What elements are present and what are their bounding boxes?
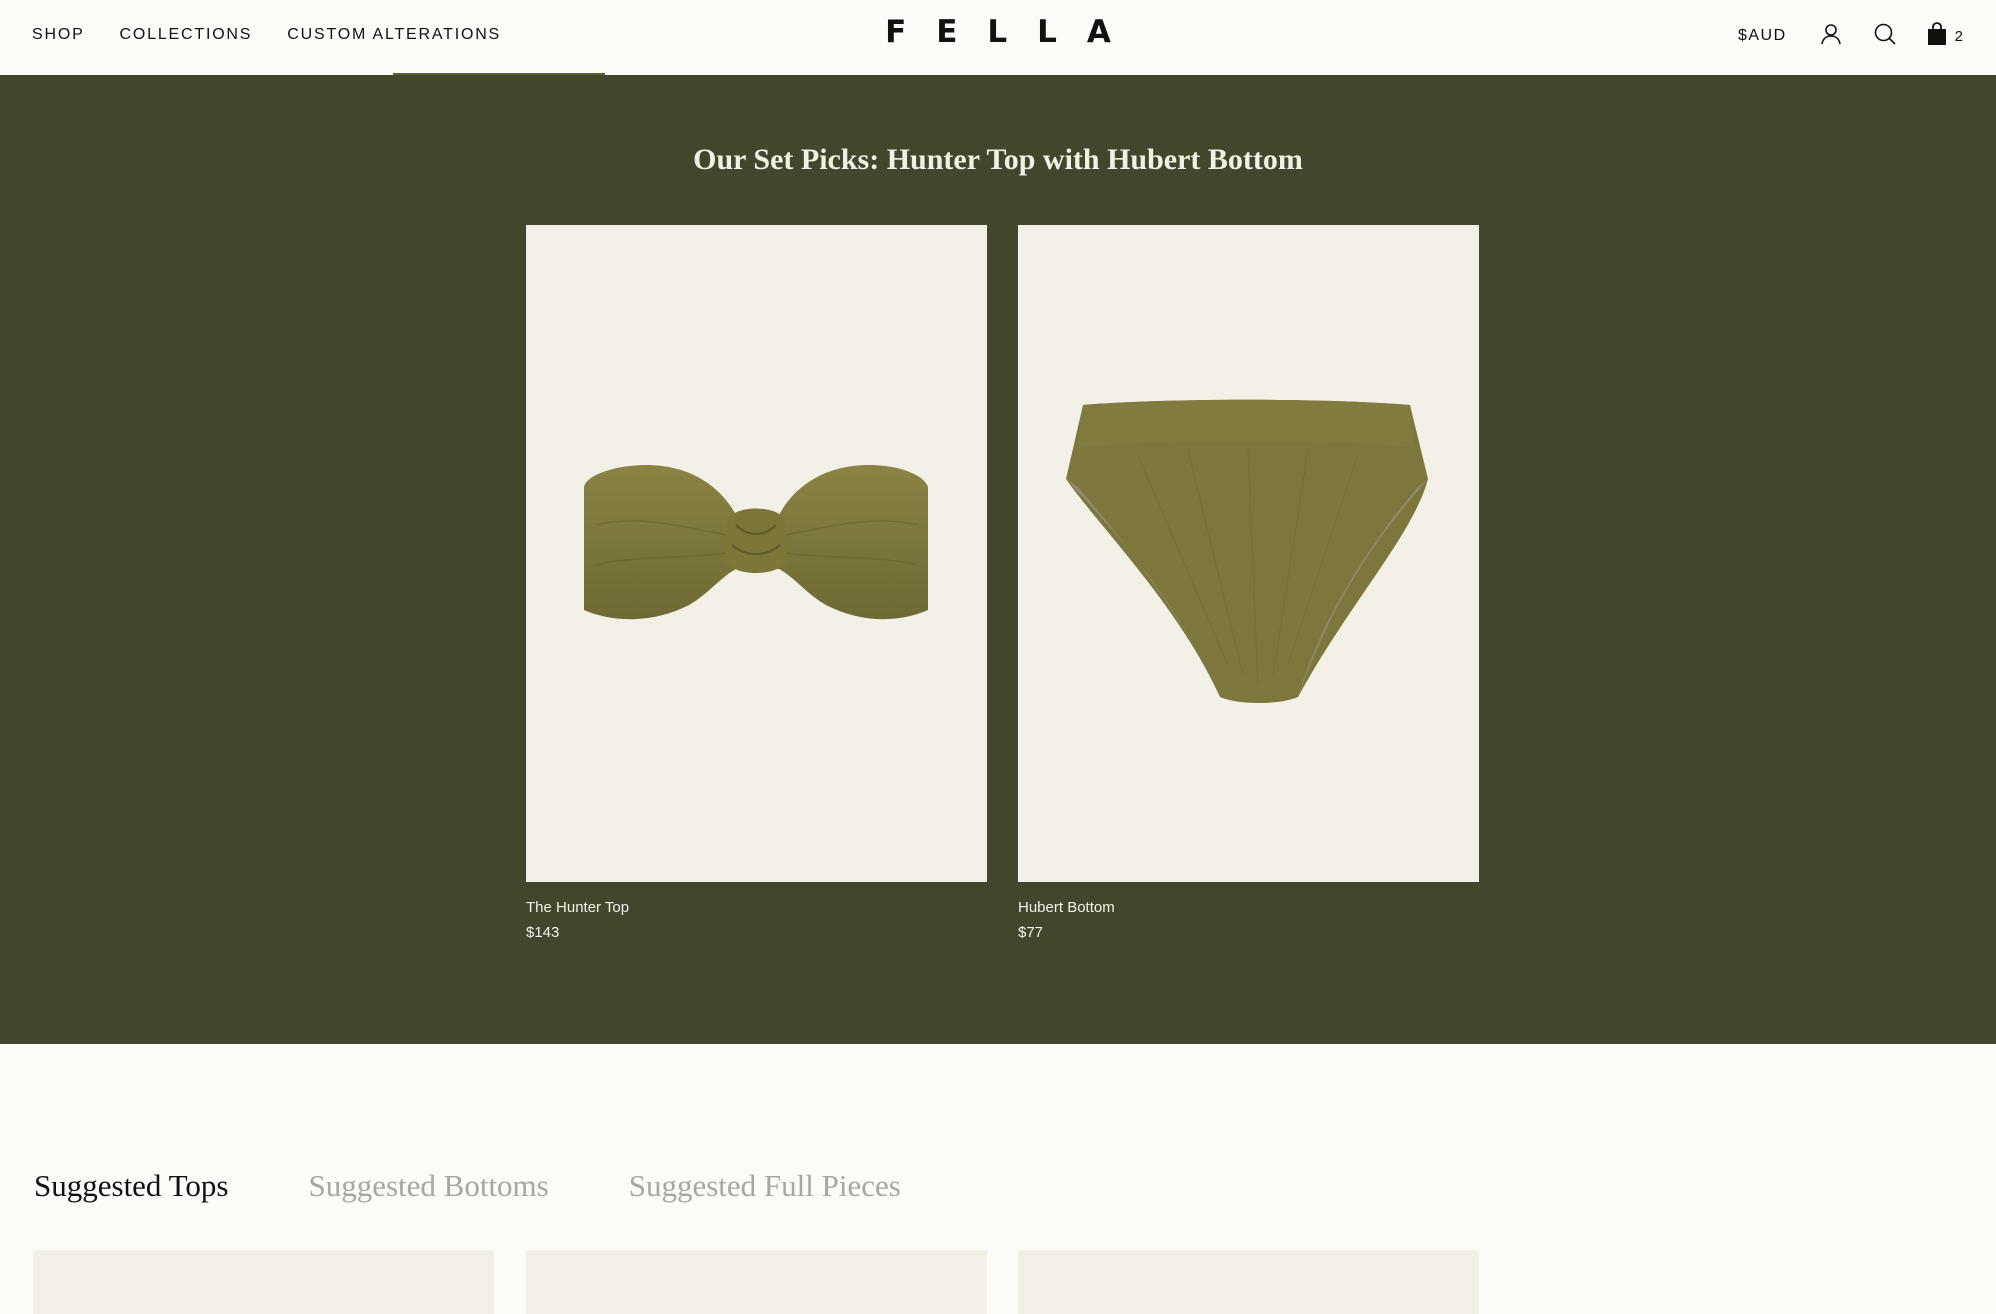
- suggested-tabs: Suggested Tops Suggested Bottoms Suggest…: [34, 1168, 901, 1204]
- product-image-hunter-top[interactable]: [526, 225, 987, 882]
- product-name[interactable]: Hubert Bottom: [1018, 899, 1479, 916]
- set-picks-title: Our Set Picks: Hunter Top with Hubert Bo…: [693, 143, 1303, 176]
- tab-suggested-full-pieces[interactable]: Suggested Full Pieces: [629, 1168, 901, 1204]
- product-price: $77: [1018, 924, 1044, 941]
- search-icon[interactable]: [1873, 22, 1897, 46]
- site-logo[interactable]: FELLA: [0, 14, 1996, 50]
- bikini-bottom-illustration: [1066, 399, 1428, 703]
- currency-selector[interactable]: $AUD: [1738, 27, 1787, 45]
- tab-suggested-tops[interactable]: Suggested Tops: [34, 1168, 228, 1204]
- cart-bag-icon: [1927, 22, 1947, 46]
- cart-count: 2: [1954, 27, 1963, 45]
- bandeau-top-illustration: [584, 465, 928, 620]
- header-actions: $AUD 2: [1738, 22, 1963, 46]
- site-header: SHOP COLLECTIONS CUSTOM ALTERATIONS FELL…: [0, 0, 1996, 75]
- product-price: $143: [526, 924, 560, 941]
- account-icon[interactable]: [1819, 22, 1843, 46]
- suggested-product-card[interactable]: [1018, 1250, 1479, 1314]
- product-card-hunter-top[interactable]: The Hunter Top $143: [526, 225, 987, 941]
- product-card-hubert-bottom[interactable]: Hubert Bottom $77: [1018, 225, 1479, 941]
- suggested-product-card[interactable]: [526, 1250, 987, 1314]
- suggested-product-card[interactable]: [33, 1250, 494, 1314]
- product-image-hubert-bottom[interactable]: [1018, 225, 1479, 882]
- product-name[interactable]: The Hunter Top: [526, 899, 987, 916]
- tab-suggested-bottoms[interactable]: Suggested Bottoms: [308, 1168, 548, 1204]
- cart-button[interactable]: 2: [1927, 22, 1963, 46]
- set-picks-section: Our Set Picks: Hunter Top with Hubert Bo…: [0, 75, 1996, 1044]
